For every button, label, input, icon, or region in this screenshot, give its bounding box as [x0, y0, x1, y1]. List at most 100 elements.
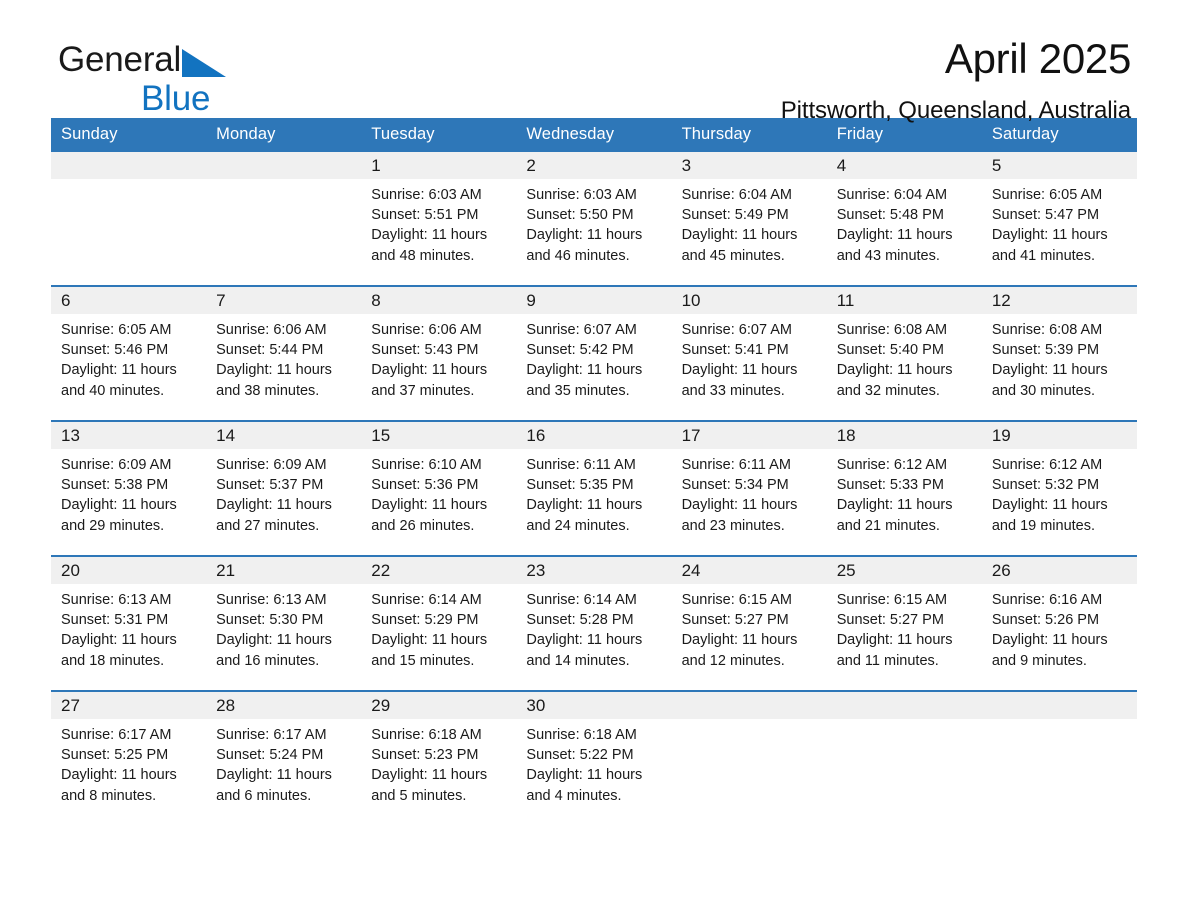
sunrise-text: Sunrise: 6:17 AM: [216, 727, 327, 743]
day-number: 26: [981, 557, 1137, 584]
calendar-day-cell[interactable]: 5 Sunrise: 6:05 AM Sunset: 5:47 PM Daylight…: [981, 152, 1137, 286]
calendar-page: General Blue April 2025 Pittsworth, Quee…: [0, 0, 1188, 918]
generalblue-logo[interactable]: General Blue: [58, 42, 227, 119]
calendar-week-row: 13 Sunrise: 6:09 AM Sunset: 5:38 PM Dayligh…: [51, 420, 1137, 556]
sunset-text: Sunset: 5:42 PM: [526, 342, 634, 359]
sunset-text: Sunset: 5:46 PM: [61, 342, 169, 359]
day-cell-inner: 19 Sunrise: 6:12 AM Sunset: 5:32 PM Dayligh…: [981, 422, 1137, 555]
day-number: 12: [981, 287, 1137, 314]
calendar-day-cell[interactable]: 18 Sunrise: 6:12 AM Sunset: 5:33 PM Dayligh…: [826, 420, 982, 556]
day-details: Sunrise: 6:10 AM Sunset: 5:36 PM Daylight:…: [361, 449, 516, 536]
calendar-day-cell[interactable]: 15 Sunrise: 6:10 AM Sunset: 5:36 PM Dayligh…: [361, 420, 517, 556]
day-number: 9: [516, 287, 672, 314]
calendar-day-cell[interactable]: 10 Sunrise: 6:07 AM Sunset: 5:41 PM Dayligh…: [671, 285, 827, 421]
calendar-day-cell[interactable]: 2 Sunrise: 6:03 AM Sunset: 5:50 PM Daylight…: [516, 152, 672, 286]
calendar-day-cell[interactable]: 16 Sunrise: 6:11 AM Sunset: 5:35 PM Dayligh…: [516, 420, 672, 556]
calendar-day-cell[interactable]: 24 Sunrise: 6:15 AM Sunset: 5:27 PM Dayligh…: [671, 555, 827, 691]
calendar-day-cell[interactable]: 30 Sunrise: 6:18 AM Sunset: 5:22 PM Dayligh…: [516, 690, 672, 825]
day-cell-inner: 11 Sunrise: 6:08 AM Sunset: 5:40 PM Dayligh…: [826, 287, 982, 420]
day-details: Sunrise: 6:03 AM Sunset: 5:51 PM Daylight:…: [361, 179, 516, 266]
day-number: 7: [206, 287, 362, 314]
sunrise-text: Sunrise: 6:08 AM: [991, 322, 1103, 338]
day-cell-inner: 30 Sunrise: 6:18 AM Sunset: 5:22 PM Dayligh…: [516, 692, 672, 825]
weekday-header-tuesday: Tuesday: [361, 118, 517, 152]
calendar-day-cell[interactable]: 7 Sunrise: 6:06 AM Sunset: 5:44 PM Daylight…: [206, 285, 362, 421]
day-cell-inner: 5 Sunrise: 6:05 AM Sunset: 5:47 PM Daylight…: [981, 152, 1137, 285]
logo-line-one: General: [58, 42, 227, 80]
sunrise-text: Sunrise: 6:12 AM: [991, 457, 1103, 473]
daylight-text: Daylight: 11 hours and 11 minutes.: [836, 632, 953, 669]
day-details: Sunrise: 6:09 AM Sunset: 5:37 PM Daylight:…: [206, 449, 361, 536]
sunrise-text: Sunrise: 6:12 AM: [836, 457, 948, 473]
day-number: 2: [516, 152, 672, 179]
calendar-day-cell[interactable]: 17 Sunrise: 6:11 AM Sunset: 5:34 PM Dayligh…: [671, 420, 827, 556]
day-number: 25: [826, 557, 982, 584]
calendar-day-cell[interactable]: 14 Sunrise: 6:09 AM Sunset: 5:37 PM Dayligh…: [206, 420, 362, 556]
calendar-day-cell[interactable]: 3 Sunrise: 6:04 AM Sunset: 5:49 PM Daylight…: [671, 152, 827, 286]
sunset-text: Sunset: 5:43 PM: [371, 342, 479, 359]
calendar-day-cell[interactable]: 29 Sunrise: 6:18 AM Sunset: 5:23 PM Dayligh…: [361, 690, 517, 825]
day-cell-inner: 22 Sunrise: 6:14 AM Sunset: 5:29 PM Dayligh…: [361, 557, 517, 690]
calendar-day-cell[interactable]: 27 Sunrise: 6:17 AM Sunset: 5:25 PM Dayligh…: [51, 690, 207, 825]
calendar-day-cell[interactable]: 6 Sunrise: 6:05 AM Sunset: 5:46 PM Daylight…: [51, 285, 207, 421]
sunset-text: Sunset: 5:41 PM: [681, 342, 789, 359]
calendar-day-cell[interactable]: 13 Sunrise: 6:09 AM Sunset: 5:38 PM Dayligh…: [51, 420, 207, 556]
sunrise-text: Sunrise: 6:04 AM: [681, 187, 792, 203]
daylight-text: Daylight: 11 hours and 5 minutes.: [371, 767, 488, 804]
sunset-text: Sunset: 5:26 PM: [991, 612, 1100, 629]
calendar-day-cell[interactable]: 8 Sunrise: 6:06 AM Sunset: 5:43 PM Daylight…: [361, 285, 517, 421]
day-details: Sunrise: 6:06 AM Sunset: 5:43 PM Daylight:…: [361, 314, 516, 401]
daylight-text: Daylight: 11 hours and 29 minutes.: [61, 497, 177, 534]
sunset-text: Sunset: 5:27 PM: [836, 612, 944, 629]
day-details: Sunrise: 6:08 AM Sunset: 5:39 PM Daylight:…: [982, 314, 1137, 401]
sunrise-text: Sunrise: 6:13 AM: [61, 592, 172, 608]
calendar-day-cell[interactable]: 4 Sunrise: 6:04 AM Sunset: 5:48 PM Daylight…: [826, 152, 982, 286]
calendar-day-cell[interactable]: 19 Sunrise: 6:12 AM Sunset: 5:32 PM Dayligh…: [981, 420, 1137, 556]
day-details: Sunrise: 6:13 AM Sunset: 5:30 PM Daylight:…: [206, 584, 361, 671]
calendar-day-cell[interactable]: 22 Sunrise: 6:14 AM Sunset: 5:29 PM Dayligh…: [361, 555, 517, 691]
sunrise-text: Sunrise: 6:08 AM: [836, 322, 948, 338]
sunrise-text: Sunrise: 6:15 AM: [681, 592, 792, 608]
day-number: 6: [51, 287, 207, 314]
daylight-text: Daylight: 11 hours and 9 minutes.: [991, 632, 1108, 669]
calendar-day-cell-empty: [826, 690, 982, 825]
day-cell-inner: 24 Sunrise: 6:15 AM Sunset: 5:27 PM Dayligh…: [671, 557, 827, 690]
day-number: [671, 692, 827, 719]
calendar-day-cell[interactable]: 20 Sunrise: 6:13 AM Sunset: 5:31 PM Dayligh…: [51, 555, 207, 691]
sunrise-text: Sunrise: 6:16 AM: [991, 592, 1103, 608]
calendar-day-cell[interactable]: 26 Sunrise: 6:16 AM Sunset: 5:26 PM Dayligh…: [981, 555, 1137, 691]
day-details: Sunrise: 6:15 AM Sunset: 5:27 PM Daylight:…: [827, 584, 982, 671]
daylight-text: Daylight: 11 hours and 35 minutes.: [526, 362, 643, 399]
daylight-text: Daylight: 11 hours and 15 minutes.: [371, 632, 488, 669]
calendar-table: Sunday Monday Tuesday Wednesday Thursday…: [51, 118, 1137, 825]
day-details: Sunrise: 6:17 AM Sunset: 5:24 PM Daylight:…: [206, 719, 361, 806]
sunrise-text: Sunrise: 6:06 AM: [216, 322, 327, 338]
title-block: April 2025 Pittsworth, Queensland, Austr…: [781, 34, 1132, 126]
day-number: 17: [671, 422, 827, 449]
calendar-day-cell[interactable]: 1 Sunrise: 6:03 AM Sunset: 5:51 PM Daylight…: [361, 152, 517, 286]
sunrise-text: Sunrise: 6:18 AM: [371, 727, 482, 743]
day-details: Sunrise: 6:08 AM Sunset: 5:40 PM Daylight:…: [827, 314, 982, 401]
calendar-day-cell[interactable]: 12 Sunrise: 6:08 AM Sunset: 5:39 PM Dayligh…: [981, 285, 1137, 421]
calendar-day-cell[interactable]: 23 Sunrise: 6:14 AM Sunset: 5:28 PM Dayligh…: [516, 555, 672, 691]
daylight-text: Daylight: 11 hours and 12 minutes.: [681, 632, 798, 669]
day-number: 13: [51, 422, 207, 449]
calendar-day-cell[interactable]: 11 Sunrise: 6:08 AM Sunset: 5:40 PM Dayligh…: [826, 285, 982, 421]
day-details: Sunrise: 6:09 AM Sunset: 5:38 PM Daylight:…: [51, 449, 206, 536]
sunset-text: Sunset: 5:31 PM: [61, 612, 169, 629]
calendar-day-cell[interactable]: 28 Sunrise: 6:17 AM Sunset: 5:24 PM Dayligh…: [206, 690, 362, 825]
calendar-day-cell[interactable]: 21 Sunrise: 6:13 AM Sunset: 5:30 PM Dayligh…: [206, 555, 362, 691]
day-cell-inner: [981, 692, 1137, 825]
calendar-day-cell[interactable]: 9 Sunrise: 6:07 AM Sunset: 5:42 PM Daylight…: [516, 285, 672, 421]
sunrise-text: Sunrise: 6:10 AM: [371, 457, 482, 473]
day-cell-inner: 15 Sunrise: 6:10 AM Sunset: 5:36 PM Dayligh…: [361, 422, 517, 555]
sunrise-text: Sunrise: 6:11 AM: [526, 457, 636, 473]
day-cell-inner: 9 Sunrise: 6:07 AM Sunset: 5:42 PM Daylight…: [516, 287, 672, 420]
day-cell-inner: 26 Sunrise: 6:16 AM Sunset: 5:26 PM Dayligh…: [981, 557, 1137, 690]
calendar-day-cell[interactable]: 25 Sunrise: 6:15 AM Sunset: 5:27 PM Dayligh…: [826, 555, 982, 691]
day-details: Sunrise: 6:18 AM Sunset: 5:22 PM Daylight:…: [516, 719, 671, 806]
day-details: Sunrise: 6:03 AM Sunset: 5:50 PM Daylight:…: [516, 179, 671, 266]
calendar-day-cell-empty: [51, 152, 207, 286]
sunset-text: Sunset: 5:30 PM: [216, 612, 324, 629]
daylight-text: Daylight: 11 hours and 19 minutes.: [991, 497, 1108, 534]
